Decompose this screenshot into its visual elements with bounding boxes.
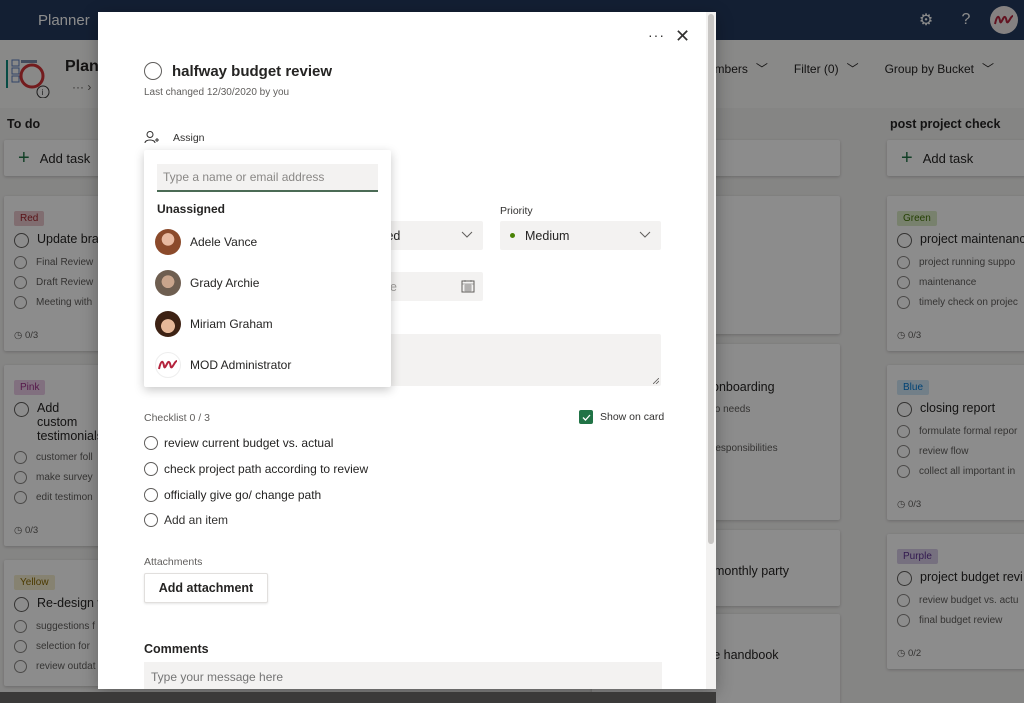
avatar: [155, 311, 181, 337]
checklist-item[interactable]: officially give go/ change path: [144, 488, 321, 502]
avatar: [155, 270, 181, 296]
checklist-item[interactable]: check project path according to review: [144, 462, 368, 476]
close-button[interactable]: ✕: [675, 26, 690, 47]
show-on-card-label: Show on card: [600, 411, 665, 423]
attachments-label: Attachments: [144, 556, 203, 568]
person-option[interactable]: Miriam Graham: [155, 311, 273, 337]
person-name: Grady Archie: [190, 276, 260, 290]
checklist-circle[interactable]: [144, 488, 158, 502]
checklist-circle[interactable]: [144, 462, 158, 476]
checklist-label: Checklist 0 / 3: [144, 412, 210, 424]
priority-dropdown[interactable]: Medium: [500, 221, 661, 250]
unassigned-option[interactable]: Unassigned: [157, 202, 225, 216]
last-changed: Last changed 12/30/2020 by you: [144, 87, 290, 98]
assign-label: Assign: [173, 131, 205, 144]
add-checklist-item[interactable]: Add an item: [144, 513, 228, 527]
chevron-down-icon: [461, 231, 473, 238]
assign-button[interactable]: Assign: [144, 130, 205, 145]
person-name: Adele Vance: [190, 235, 258, 249]
checklist-item-text[interactable]: check project path according to review: [164, 462, 368, 476]
assign-popup: Unassigned Adele Vance Grady Archie Miri…: [144, 150, 391, 387]
modal-scrollbar[interactable]: [706, 12, 716, 689]
avatar: [155, 352, 181, 378]
checklist-item[interactable]: review current budget vs. actual: [144, 436, 333, 450]
person-option[interactable]: Grady Archie: [155, 270, 259, 296]
comment-input[interactable]: [144, 662, 662, 689]
due-date-value: e: [390, 279, 397, 294]
complete-task-circle[interactable]: [144, 62, 162, 80]
add-person-icon: [144, 131, 159, 144]
show-on-card-checkbox[interactable]: Show on card: [579, 410, 664, 424]
task-title[interactable]: halfway budget review: [172, 63, 332, 80]
person-name: MOD Administrator: [190, 358, 292, 372]
priority-value: Medium: [525, 228, 570, 243]
horizontal-scrollbar[interactable]: [0, 692, 716, 703]
add-item-circle: [144, 513, 158, 527]
priority-dot-icon: [510, 233, 515, 238]
add-attachment-button[interactable]: Add attachment: [144, 573, 268, 603]
checkbox-checked-icon: [579, 410, 593, 424]
chevron-down-icon: [639, 231, 651, 238]
comments-label: Comments: [144, 642, 209, 656]
task-details-dialog: ··· ✕ halfway budget review Last changed…: [98, 12, 716, 689]
checklist-item-text[interactable]: review current budget vs. actual: [164, 436, 333, 450]
person-option[interactable]: MOD Administrator: [155, 352, 291, 378]
checklist-circle[interactable]: [144, 436, 158, 450]
checklist-item-text[interactable]: officially give go/ change path: [164, 488, 321, 502]
calendar-icon[interactable]: [461, 279, 475, 293]
assignee-search-input[interactable]: [157, 164, 378, 192]
avatar: [155, 229, 181, 255]
more-options-button[interactable]: ···: [648, 27, 665, 43]
resize-handle-icon[interactable]: [653, 378, 659, 384]
person-name: Miriam Graham: [190, 317, 273, 331]
person-option[interactable]: Adele Vance: [155, 229, 257, 255]
planner-app: Planner ⚙ ? i Planner ··· › Members ﹀ Fil…: [0, 0, 1024, 703]
add-item-label: Add an item: [164, 513, 229, 527]
priority-label: Priority: [500, 205, 533, 217]
scrollbar-thumb[interactable]: [708, 14, 714, 544]
